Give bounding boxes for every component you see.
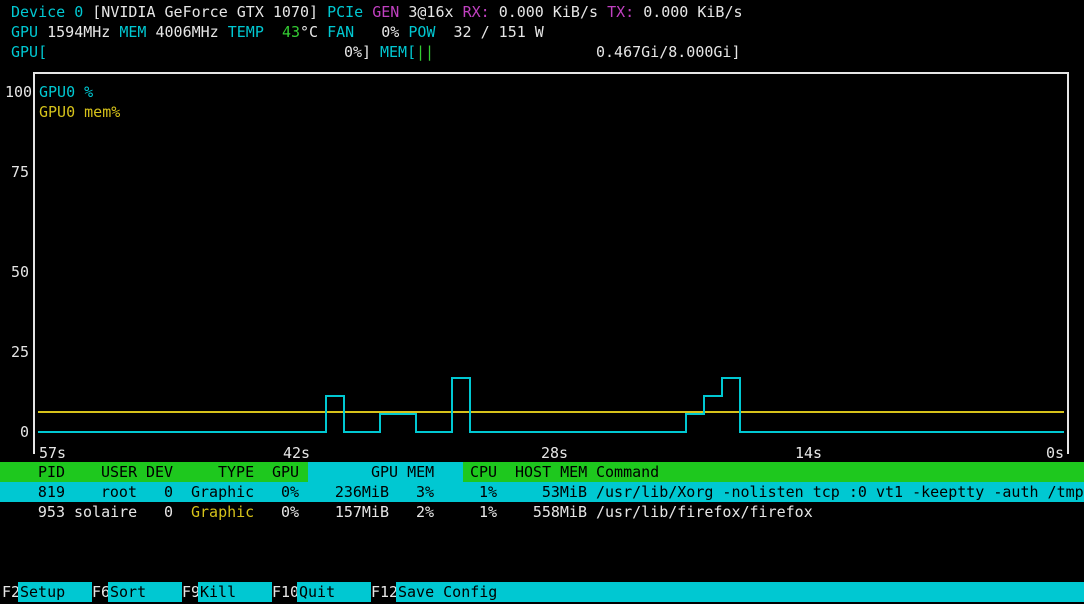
header-pid[interactable]: PID	[38, 462, 65, 482]
gpu-util-line	[38, 377, 1064, 433]
process-row[interactable]: 819 root 0 Graphic 0% 236MiB 3% 1% 53MiB…	[0, 482, 1084, 502]
process-table-header: PID USER DEV TYPE GPU GPU MEM CPU HOST M…	[0, 462, 1084, 482]
setup-button[interactable]: Setup	[18, 582, 92, 602]
process-cpu: 1%	[478, 483, 497, 501]
header-dev[interactable]: DEV	[146, 462, 173, 482]
process-command: /usr/lib/Xorg -nolisten tcp :0 vt1 -keep…	[596, 483, 1084, 501]
process-cpu: 1%	[478, 503, 497, 521]
save-config-button[interactable]: Save Config	[396, 582, 1084, 602]
process-user: root	[100, 483, 137, 501]
quit-button[interactable]: Quit	[297, 582, 371, 602]
legend-gpu-mem: GPU0 mem%	[39, 103, 121, 121]
process-gpu-mem-pct: 2%	[415, 503, 434, 521]
process-pid: 953	[37, 503, 65, 521]
y-tick-25: 25	[11, 343, 30, 361]
header-type[interactable]: TYPE	[218, 462, 254, 482]
header-command[interactable]: Command	[596, 462, 659, 482]
kill-button[interactable]: Kill	[198, 582, 272, 602]
process-pid: 819	[37, 483, 65, 501]
legend-gpu-util: GPU0 %	[39, 83, 94, 101]
process-gpu: 0%	[280, 503, 299, 521]
x-tick-42s: 42s	[283, 443, 311, 463]
process-gpu-mem: 236MiB	[334, 483, 389, 501]
process-user: solaire	[74, 503, 138, 521]
sort-button[interactable]: Sort	[108, 582, 182, 602]
process-type: Graphic	[191, 483, 255, 501]
header-gpu[interactable]: GPU	[272, 462, 299, 482]
process-dev: 0	[164, 483, 174, 501]
process-host-mem: 53MiB	[541, 483, 587, 501]
x-tick-14s: 14s	[795, 443, 823, 463]
y-tick-0: 0	[20, 423, 30, 441]
y-tick-75: 75	[11, 163, 30, 181]
header-cpu[interactable]: CPU	[470, 462, 497, 482]
process-dev: 0	[164, 503, 174, 521]
x-tick-28s: 28s	[541, 443, 569, 463]
header-user[interactable]: USER	[101, 462, 137, 482]
process-gpu: 0%	[280, 483, 299, 501]
header-host-mem[interactable]: HOST MEM	[515, 462, 587, 482]
fkey-f12: F12	[371, 583, 399, 601]
process-gpu-mem-pct: 3%	[415, 483, 434, 501]
y-tick-50: 50	[11, 263, 30, 281]
fkey-f10: F10	[272, 583, 300, 601]
process-type: Graphic	[191, 503, 255, 521]
process-gpu-mem: 157MiB	[334, 503, 389, 521]
process-row[interactable]: 953 solaire 0 Graphic 0% 157MiB 2% 1% 55…	[0, 502, 1084, 522]
process-command: /usr/lib/firefox/firefox	[596, 503, 813, 521]
y-tick-100: 100	[5, 83, 33, 101]
process-host-mem: 558MiB	[532, 503, 587, 521]
x-tick-57s: 57s	[39, 443, 67, 463]
x-tick-0s: 0s	[1046, 443, 1065, 463]
function-key-bar: F2 Setup F6 Sort F9 Kill F10 Quit F12 Sa…	[0, 582, 1084, 602]
header-gpu-mem[interactable]: GPU MEM	[371, 462, 434, 482]
